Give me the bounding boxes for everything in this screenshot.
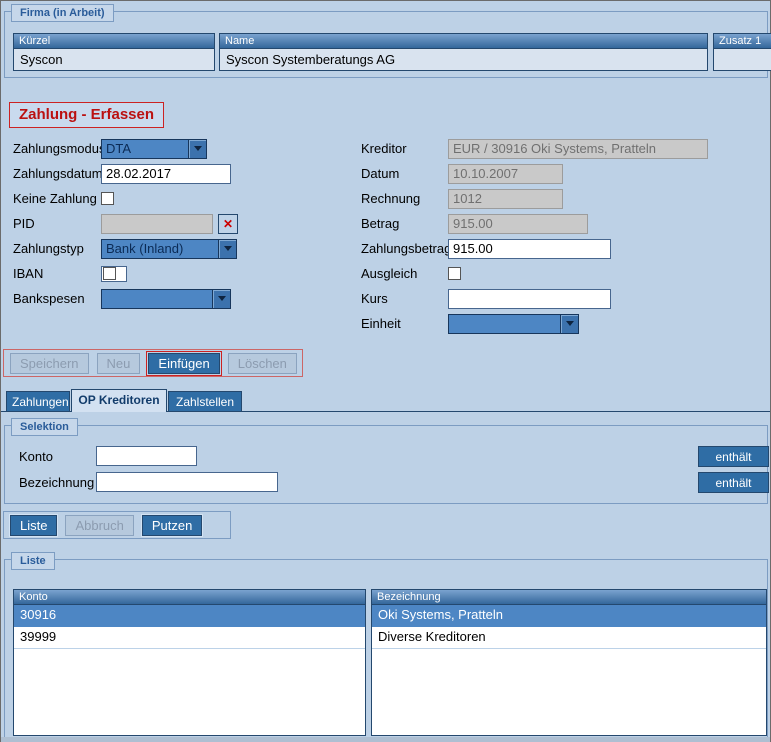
rechnung-label: Rechnung [361, 191, 448, 206]
betrag-label: Betrag [361, 216, 448, 231]
payment-form-left: Zahlungsmodus DTA Zahlungsdatum Keine Za… [13, 136, 358, 311]
zahlungsdatum-input[interactable] [101, 164, 231, 184]
zahlungstyp-value: Bank (Inland) [102, 240, 218, 258]
form-row: IBAN [13, 261, 358, 286]
liste-button[interactable]: Liste [10, 515, 57, 536]
form-row: Zahlungstyp Bank (Inland) [13, 236, 358, 261]
form-row: Rechnung [361, 186, 766, 211]
zahlungsmodus-value: DTA [102, 140, 188, 158]
company-zusatz-column: Zusatz 1 [713, 33, 771, 71]
table-row[interactable]: 30916 [14, 605, 365, 627]
keine-zahlung-label: Keine Zahlung [13, 191, 101, 206]
konto-list-header: Konto [14, 590, 365, 605]
form-row: Keine Zahlung [13, 186, 358, 211]
einheit-select[interactable] [448, 314, 579, 334]
table-row[interactable]: Diverse Kreditoren [372, 627, 766, 649]
company-kuerzel-value: Syscon [14, 49, 214, 70]
zahlungsbetrag-label: Zahlungsbetrag [361, 241, 448, 256]
bankspesen-label: Bankspesen [13, 291, 101, 306]
einfuegen-button[interactable]: Einfügen [148, 353, 219, 374]
datum-input [448, 164, 563, 184]
kurs-input[interactable] [448, 289, 611, 309]
zahlungsbetrag-input[interactable] [448, 239, 611, 259]
tab-zahlungen[interactable]: Zahlungen [6, 391, 70, 412]
table-row[interactable]: Oki Systems, Pratteln [372, 605, 766, 627]
konto-enthaelt-button[interactable]: enthält [698, 446, 769, 467]
zahlungstyp-select[interactable]: Bank (Inland) [101, 239, 237, 259]
checkbox-icon [103, 267, 116, 280]
form-row: Kurs [361, 286, 766, 311]
form-row: Kreditor [361, 136, 766, 161]
konto-input[interactable] [96, 446, 197, 466]
company-zusatz-value [714, 49, 771, 70]
tab-op-kreditoren[interactable]: OP Kreditoren [71, 389, 167, 412]
clear-pid-button[interactable]: ✕ [218, 214, 238, 234]
ausgleich-label: Ausgleich [361, 266, 448, 281]
form-row: Einheit [361, 311, 766, 336]
kreditor-label: Kreditor [361, 141, 448, 156]
chevron-down-icon[interactable] [218, 240, 236, 258]
speichern-button[interactable]: Speichern [10, 353, 89, 374]
zahlungsmodus-label: Zahlungsmodus [13, 141, 101, 156]
table-row[interactable]: 39999 [14, 627, 365, 649]
zahlungsmodus-select[interactable]: DTA [101, 139, 207, 159]
payment-form-right: Kreditor Datum Rechnung Betrag Zahlungsb… [361, 136, 766, 336]
window-bottom-edge [1, 737, 770, 742]
tab-zahlstellen[interactable]: Zahlstellen [168, 391, 242, 412]
company-zusatz-header: Zusatz 1 [714, 34, 771, 49]
red-x-icon: ✕ [223, 217, 233, 231]
bankspesen-select[interactable] [101, 289, 231, 309]
iban-checkbox[interactable] [101, 266, 127, 282]
rechnung-input [448, 189, 563, 209]
pid-input [101, 214, 213, 234]
chevron-down-icon[interactable] [560, 315, 578, 333]
bezeichnung-enthaelt-button[interactable]: enthält [698, 472, 769, 493]
konto-list: Konto 30916 39999 [13, 589, 366, 736]
page-title: Zahlung - Erfassen [9, 102, 164, 128]
datum-label: Datum [361, 166, 448, 181]
form-row: Ausgleich [361, 261, 766, 286]
bezeichnung-list: Bezeichnung Oki Systems, Pratteln Divers… [371, 589, 767, 736]
kurs-label: Kurs [361, 291, 448, 306]
bezeichnung-list-header: Bezeichnung [372, 590, 766, 605]
konto-label: Konto [19, 449, 53, 464]
iban-label: IBAN [13, 266, 101, 281]
chevron-down-icon[interactable] [212, 290, 230, 308]
loeschen-button[interactable]: Löschen [228, 353, 297, 374]
form-row: Zahlungsdatum [13, 161, 358, 186]
list-button-bar: Liste Abbruch Putzen [3, 511, 231, 539]
liste-legend: Liste [11, 552, 55, 570]
abbruch-button[interactable]: Abbruch [65, 515, 133, 536]
ausgleich-checkbox[interactable] [448, 267, 461, 280]
form-row: PID ✕ [13, 211, 358, 236]
bezeichnung-input[interactable] [96, 472, 278, 492]
chevron-down-icon[interactable] [188, 140, 206, 158]
company-kuerzel-column: Kürzel Syscon [13, 33, 215, 71]
selektion-legend: Selektion [11, 418, 78, 436]
zahlungsdatum-label: Zahlungsdatum [13, 166, 101, 181]
company-name-value: Syscon Systemberatungs AG [220, 49, 707, 70]
zahlungstyp-label: Zahlungstyp [13, 241, 101, 256]
form-row: Bankspesen [13, 286, 358, 311]
putzen-button[interactable]: Putzen [142, 515, 202, 536]
form-row: Zahlungsbetrag [361, 236, 766, 261]
company-name-header: Name [220, 34, 707, 49]
neu-button[interactable]: Neu [97, 353, 141, 374]
company-legend: Firma (in Arbeit) [11, 4, 114, 22]
keine-zahlung-checkbox[interactable] [101, 192, 114, 205]
einheit-label: Einheit [361, 316, 448, 331]
company-kuerzel-header: Kürzel [14, 34, 214, 49]
crud-button-bar: Speichern Neu Einfügen Löschen [3, 349, 303, 377]
form-row: Zahlungsmodus DTA [13, 136, 358, 161]
pid-label: PID [13, 216, 101, 231]
bezeichnung-label: Bezeichnung [19, 475, 94, 490]
form-row: Betrag [361, 211, 766, 236]
bankspesen-value [102, 290, 212, 308]
einheit-value [449, 315, 560, 333]
form-row: Datum [361, 161, 766, 186]
company-name-column: Name Syscon Systemberatungs AG [219, 33, 708, 71]
betrag-input [448, 214, 588, 234]
kreditor-input [448, 139, 708, 159]
